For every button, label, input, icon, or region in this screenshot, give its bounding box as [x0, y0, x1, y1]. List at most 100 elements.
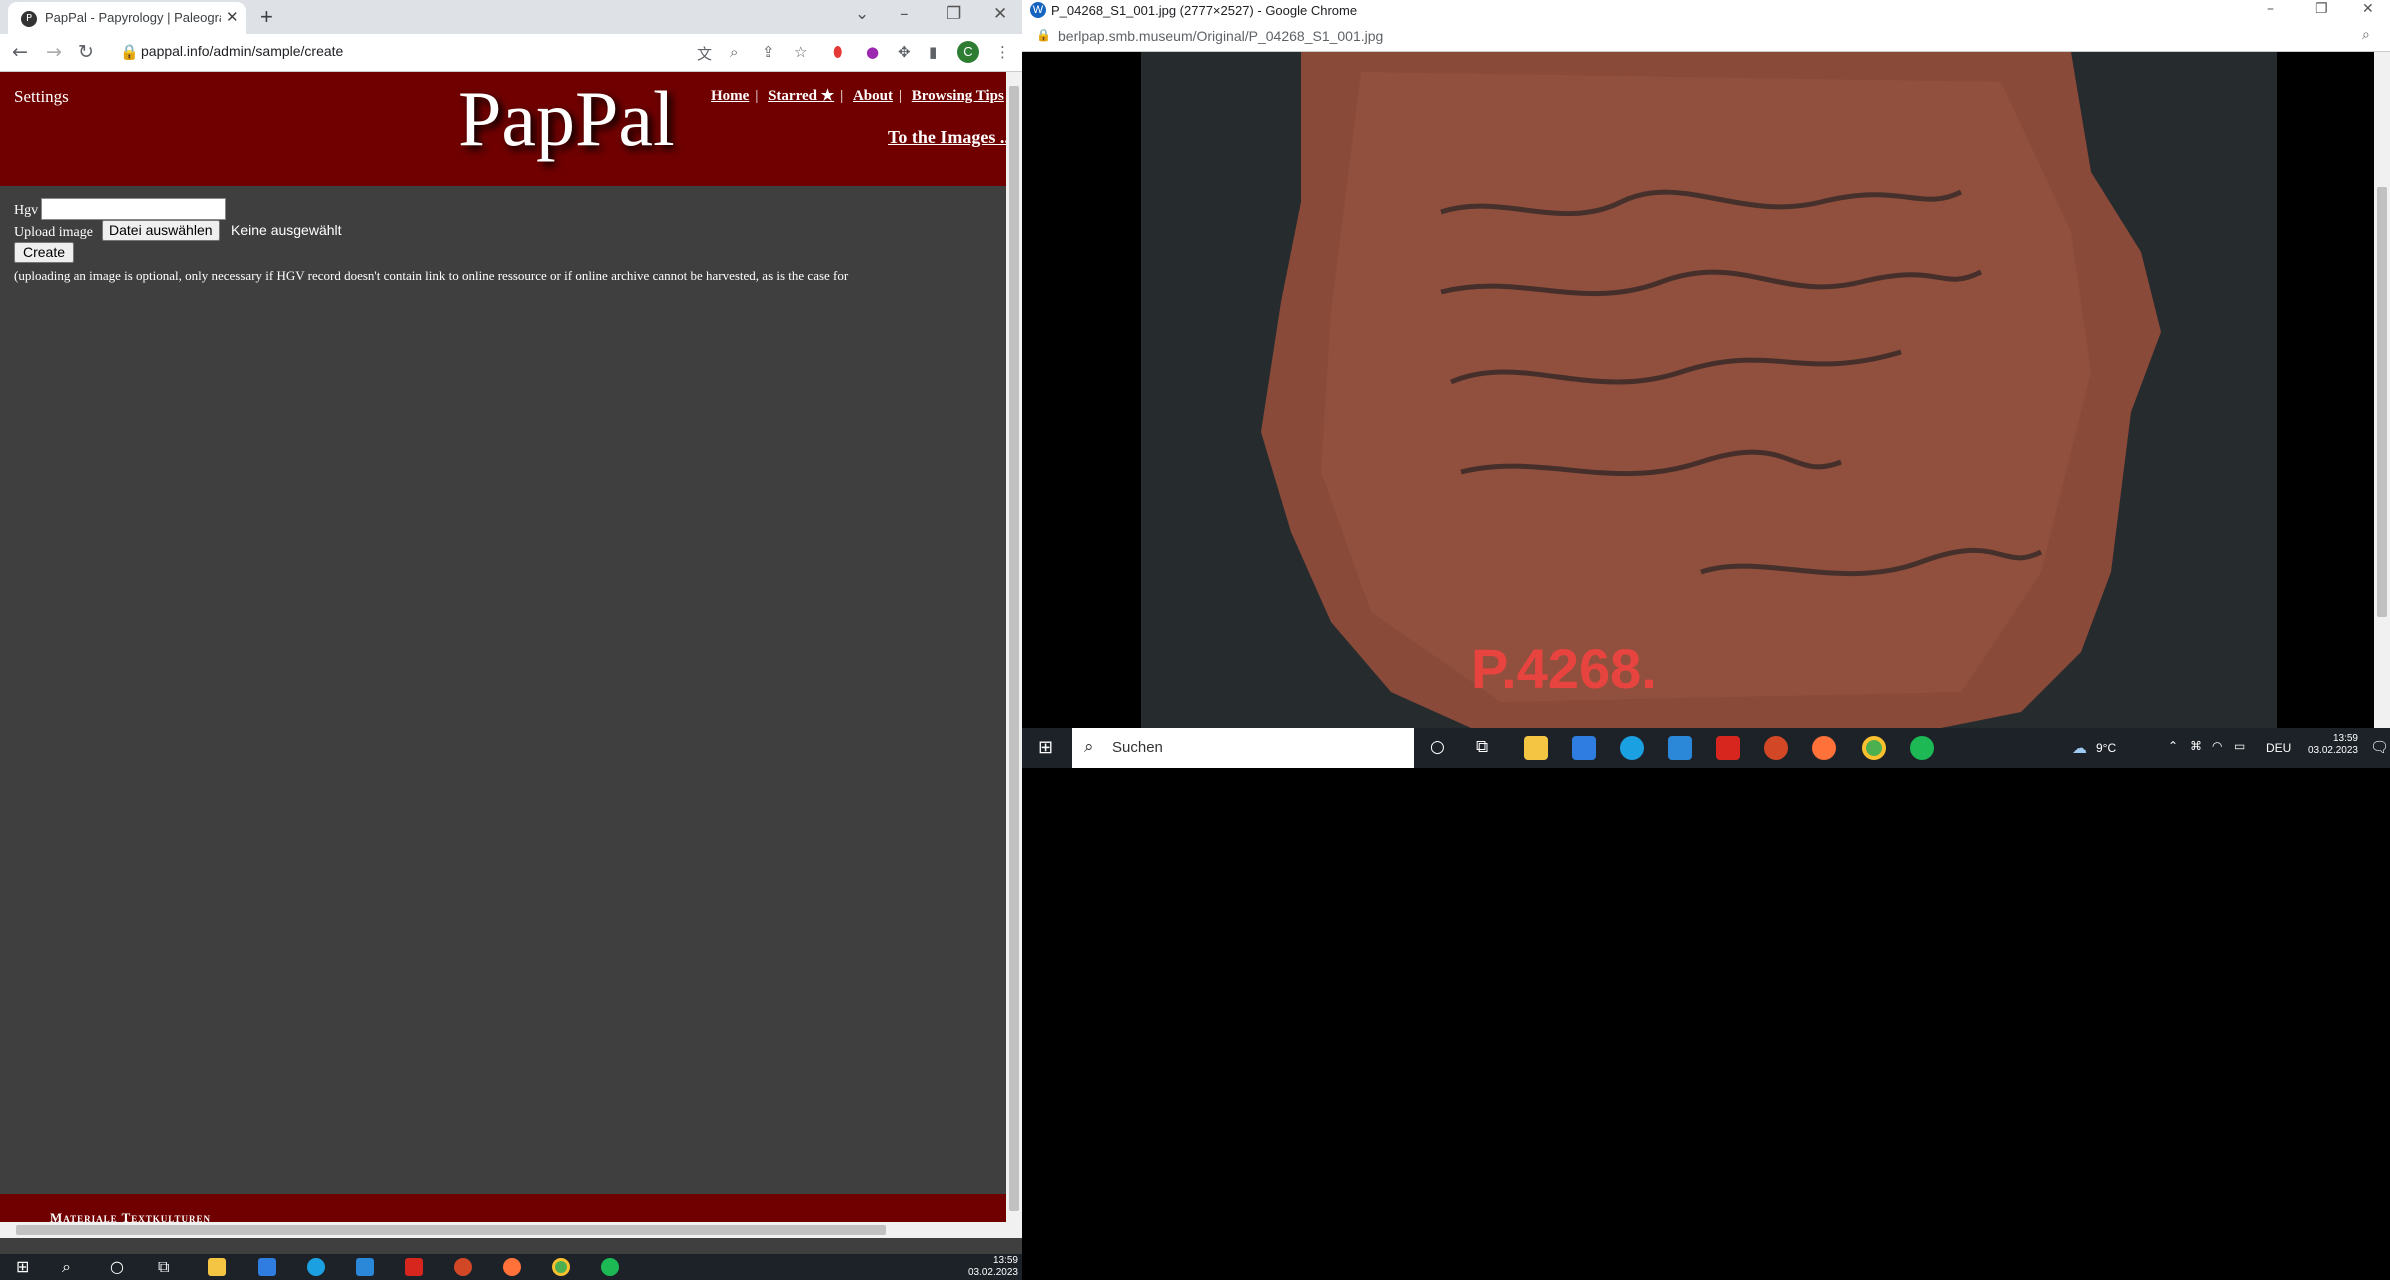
forward-icon[interactable]: → [46, 41, 62, 63]
zoom-icon[interactable]: ⌕ [2362, 27, 2370, 43]
lock-icon[interactable]: 🔒 [1036, 28, 1051, 42]
create-button[interactable]: Create [14, 242, 75, 263]
powerpoint-icon[interactable] [454, 1258, 472, 1276]
spotify-icon[interactable] [1910, 736, 1934, 760]
acrobat-icon[interactable] [405, 1258, 423, 1276]
settings-link[interactable]: Settings [14, 87, 69, 107]
pappal-logo[interactable]: PapPal [458, 74, 675, 164]
hgv-label: Hgv [14, 203, 39, 218]
search-icon[interactable]: ⌕ [62, 1257, 71, 1277]
tray-chevron-icon[interactable]: ⌃ [2168, 739, 2178, 753]
hgv-input[interactable] [41, 198, 226, 220]
bookmark-star-icon[interactable]: ☆ [794, 43, 807, 61]
windows-start-icon[interactable]: ⊞ [1038, 737, 1053, 758]
vertical-scroll-thumb[interactable] [1009, 86, 1019, 1211]
file-explorer-icon[interactable] [1524, 736, 1548, 760]
nav-starred[interactable]: Starred ★ [768, 88, 834, 104]
acrobat-icon[interactable] [1716, 736, 1740, 760]
horizontal-scroll-thumb[interactable] [16, 1225, 886, 1235]
minimize-icon[interactable]: – [2267, 1, 2274, 17]
zoom-icon[interactable]: ⌕ [730, 43, 738, 61]
weather-temp[interactable]: 9°C [2096, 741, 2116, 755]
extension-1-icon[interactable]: ⬮ [833, 43, 842, 61]
extension-2-icon[interactable]: ● [866, 43, 879, 61]
to-images-link[interactable]: To the Images ... [888, 127, 1013, 148]
side-panel-icon[interactable]: ▮ [929, 43, 937, 61]
close-window-icon[interactable]: ✕ [993, 4, 1007, 24]
close-tab-icon[interactable]: ✕ [226, 8, 239, 26]
menu-kebab-icon[interactable]: ⋮ [995, 43, 1010, 61]
tab-title: PapPal - Papyrology | Paleograph [45, 10, 221, 25]
right-scroll-thumb[interactable] [2377, 187, 2387, 617]
system-tray: ☁ 9°C ⌃ ⌘ ◠ ▭ DEU 13:59 03.02.2023 🗨 [2072, 728, 2390, 768]
no-file-selected-text: Keine ausgewählt [231, 222, 342, 238]
powerpoint-icon[interactable] [1764, 736, 1788, 760]
back-icon[interactable]: ← [12, 41, 28, 63]
nav-home[interactable]: Home [711, 88, 749, 104]
mail-icon[interactable] [356, 1258, 374, 1276]
extensions-puzzle-icon[interactable]: ✥ [898, 43, 911, 61]
pappal-header: Settings PapPal Home | Starred ★ | About | … [0, 72, 1013, 186]
tab-pappal[interactable]: P PapPal - Papyrology | Paleograph ✕ [8, 2, 246, 34]
restore-icon[interactable]: ❐ [946, 4, 961, 24]
firefox-icon[interactable] [503, 1258, 521, 1276]
weather-cloud-icon[interactable]: ☁ [2072, 739, 2087, 757]
wifi-icon[interactable]: ◠ [2212, 739, 2222, 753]
edge-icon[interactable] [1620, 736, 1644, 760]
store-icon[interactable] [258, 1258, 276, 1276]
profile-avatar[interactable]: C [957, 41, 979, 63]
cortana-icon[interactable]: ○ [110, 1257, 124, 1276]
search-icon: ⌕ [1084, 737, 1094, 757]
window-title: P_04268_S1_001.jpg (2777×2527) - Google … [1051, 3, 1358, 18]
mail-icon[interactable] [1668, 736, 1692, 760]
tab-search-icon[interactable]: ⌄ [855, 4, 869, 24]
task-view-icon[interactable]: ⧉ [1476, 737, 1488, 757]
horizontal-scrollbar[interactable] [0, 1222, 1006, 1238]
minimize-icon[interactable]: – [900, 4, 909, 24]
windows-start-icon[interactable]: ⊞ [16, 1257, 29, 1276]
upload-note: (uploading an image is optional, only ne… [14, 268, 849, 283]
right-vertical-scrollbar[interactable] [2374, 52, 2390, 728]
new-tab-icon[interactable]: + [260, 4, 273, 30]
papyrus-image[interactable]: P.4268. [1141, 52, 2277, 728]
taskbar-search[interactable]: ⌕ Suchen [1072, 728, 1414, 768]
notifications-icon[interactable]: 🗨 [2370, 738, 2389, 756]
clock-date: 03.02.2023 [967, 1267, 1018, 1278]
network-icon[interactable]: ⌘ [2190, 739, 2202, 753]
tab-strip: P PapPal - Papyrology | Paleograph ✕ + ⌄… [0, 0, 1022, 34]
battery-icon[interactable]: ▭ [2234, 739, 2245, 753]
pappal-favicon-icon: P [21, 11, 37, 27]
clock-time: 13:59 [992, 1255, 1018, 1266]
restore-icon[interactable]: ❐ [2315, 1, 2328, 17]
clock[interactable]: 13:59 03.02.2023 [940, 1255, 1018, 1279]
reload-icon[interactable]: ↻ [78, 41, 94, 63]
edge-icon[interactable] [307, 1258, 325, 1276]
right-browser-window: W P_04268_S1_001.jpg (2777×2527) - Googl… [1022, 0, 2390, 728]
spotify-icon[interactable] [601, 1258, 619, 1276]
share-icon[interactable]: ⇪ [762, 43, 775, 61]
firefox-icon[interactable] [1812, 736, 1836, 760]
close-window-icon[interactable]: ✕ [2362, 1, 2374, 17]
task-view-icon[interactable]: ⧉ [158, 1257, 169, 1277]
address-bar[interactable]: berlpap.smb.museum/Original/P_04268_S1_0… [1058, 28, 1383, 44]
vertical-scrollbar[interactable] [1006, 72, 1022, 1238]
address-bar[interactable]: pappal.info/admin/sample/create [141, 43, 343, 59]
nav-browsing-tips[interactable]: Browsing Tips [912, 88, 1004, 104]
translate-icon[interactable]: 文 [697, 43, 712, 64]
store-icon[interactable] [1572, 736, 1596, 760]
ostracon-photo: P.4268. [1141, 52, 2277, 728]
chrome-icon[interactable] [552, 1258, 570, 1276]
lock-icon[interactable]: 🔒 [120, 43, 139, 61]
cortana-icon[interactable]: ○ [1430, 737, 1445, 757]
search-placeholder: Suchen [1112, 739, 1163, 756]
omnibar: ← → ↻ 🔒 pappal.info/admin/sample/create … [0, 34, 1022, 72]
chrome-icon[interactable] [1862, 736, 1886, 760]
language-indicator[interactable]: DEU [2266, 741, 2291, 755]
right-address-row: 🔒 berlpap.smb.museum/Original/P_04268_S1… [1022, 22, 2390, 52]
nav-about[interactable]: About [853, 88, 893, 104]
choose-file-button[interactable]: Datei auswählen [102, 220, 220, 241]
taskbar-secondary: ⊞ ⌕ Suchen ○ ⧉ ☁ 9°C ⌃ ⌘ ◠ ▭ DEU 13:59 0… [1022, 728, 2390, 768]
file-explorer-icon[interactable] [208, 1258, 226, 1276]
top-navigation: Home| Starred ★| About| Browsing Tips| [711, 88, 1013, 104]
clock[interactable]: 13:59 03.02.2023 [2302, 733, 2358, 757]
